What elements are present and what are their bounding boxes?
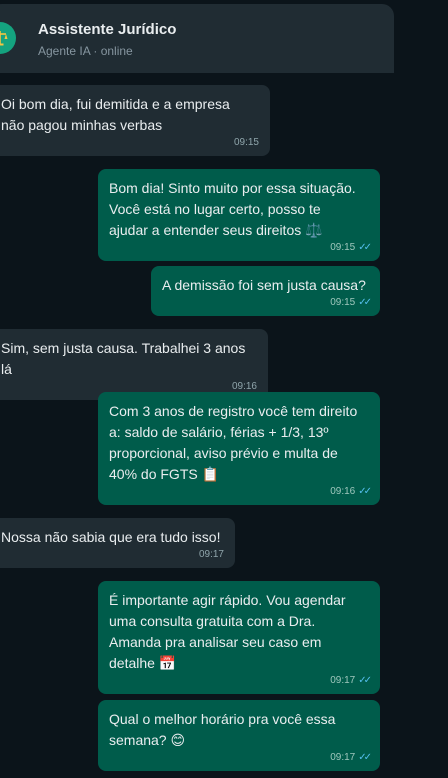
message-text: Oi bom dia, fui demitida e a empresa não… <box>1 96 230 133</box>
avatar[interactable] <box>0 22 16 54</box>
message-bubble-outgoing[interactable]: Com 3 anos de registro você tem direito … <box>98 392 380 505</box>
scales-icon <box>0 31 8 46</box>
double-check-icon: ✓✓ <box>358 675 372 686</box>
message-text: Nossa não sabia que era tudo isso! <box>1 529 221 545</box>
double-check-icon: ✓✓ <box>358 242 372 253</box>
message-text: É importante agir rápido. Vou agendar um… <box>109 592 346 671</box>
message-time: 09:16 <box>330 486 356 497</box>
message-time: 09:17 <box>330 752 356 763</box>
message-meta: 09:15 ✓✓ <box>109 242 372 254</box>
message-bubble-outgoing[interactable]: É importante agir rápido. Vou agendar um… <box>98 581 380 694</box>
message-meta: 09:15 <box>1 137 259 149</box>
message-time: 09:17 <box>330 675 356 686</box>
double-check-icon: ✓✓ <box>358 297 372 308</box>
message-bubble-outgoing[interactable]: Qual o melhor horário pra você essa sema… <box>98 700 380 771</box>
message-bubble-outgoing[interactable]: A demissão foi sem justa causa? 09:15 ✓✓ <box>151 266 380 316</box>
message-time: 09:15 <box>330 242 356 253</box>
message-time: 09:16 <box>231 381 257 392</box>
message-meta: 09:15 ✓✓ <box>162 297 372 309</box>
message-text: Qual o melhor horário pra você essa sema… <box>109 711 336 748</box>
chat-header: Assistente Jurídico Agente IA · online <box>0 4 394 73</box>
double-check-icon: ✓✓ <box>358 752 372 763</box>
message-meta: 09:17 ✓✓ <box>109 675 372 687</box>
message-time: 09:15 <box>233 137 259 148</box>
message-time: 09:15 <box>330 297 356 308</box>
message-text: Sim, sem justa causa. Trabalhei 3 anos l… <box>1 340 246 377</box>
message-bubble-outgoing[interactable]: Bom dia! Sinto muito por essa situação. … <box>98 169 380 261</box>
message-text: Com 3 anos de registro você tem direito … <box>109 403 358 482</box>
double-check-icon: ✓✓ <box>358 486 372 497</box>
message-bubble-incoming[interactable]: Oi bom dia, fui demitida e a empresa não… <box>0 85 270 156</box>
message-meta: 09:17 ✓✓ <box>109 752 372 764</box>
chat-status: Agente IA · online <box>38 44 133 58</box>
chat-title: Assistente Jurídico <box>38 21 177 38</box>
message-bubble-incoming[interactable]: Nossa não sabia que era tudo isso! 09:17 <box>0 518 235 568</box>
message-bubble-incoming[interactable]: Sim, sem justa causa. Trabalhei 3 anos l… <box>0 329 268 400</box>
message-meta: 09:17 <box>1 549 224 561</box>
message-text: A demissão foi sem justa causa? <box>162 277 366 293</box>
message-time: 09:17 <box>198 549 224 560</box>
message-meta: 09:16 ✓✓ <box>109 486 372 498</box>
message-text: Bom dia! Sinto muito por essa situação. … <box>109 180 356 238</box>
